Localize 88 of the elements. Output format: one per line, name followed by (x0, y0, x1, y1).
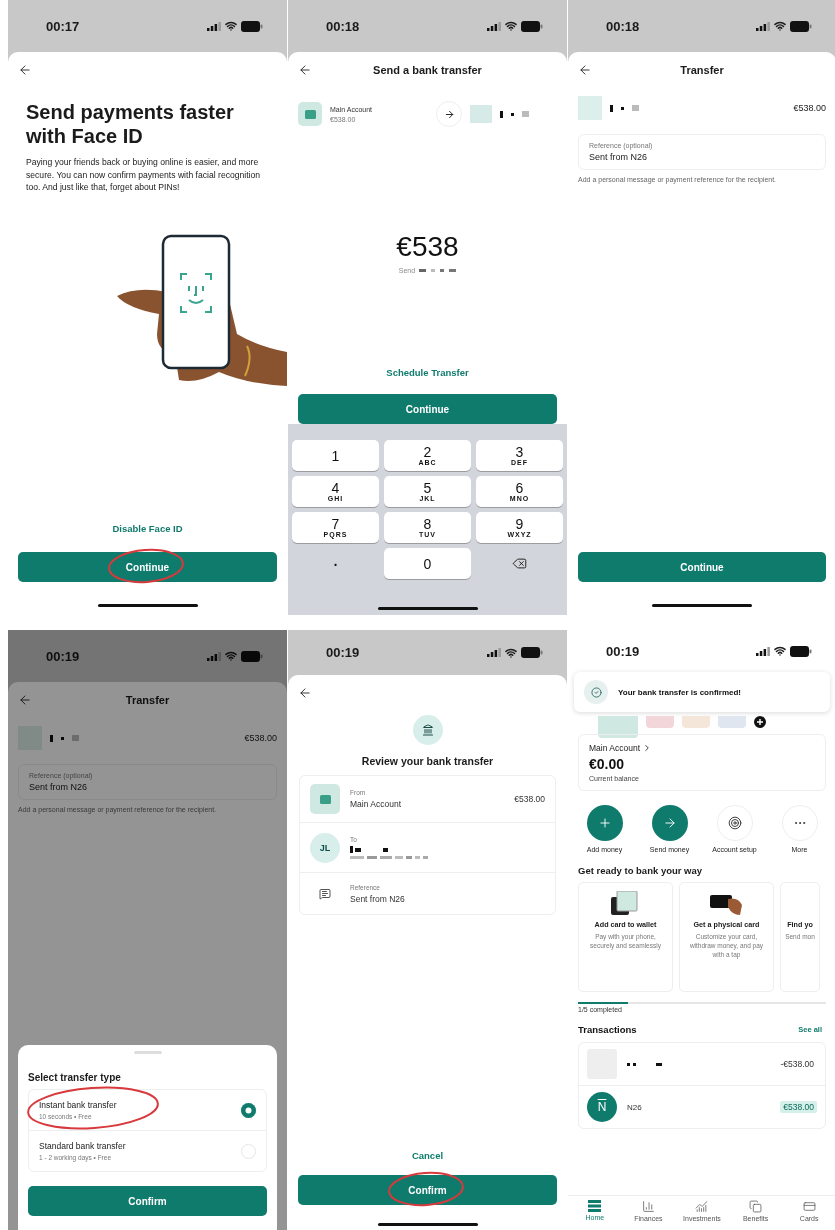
redacted-name (578, 96, 639, 120)
battery-icon (521, 647, 543, 658)
signal-icon (207, 651, 221, 661)
bar-chart-icon (641, 1200, 655, 1213)
description: Paying your friends back or buying online is easier, and more secure. You can now confirm payments with facial recognition too. And just like that, forget about PINs! (26, 156, 262, 194)
wifi-icon (774, 20, 786, 32)
message-icon (319, 887, 331, 900)
row-value: Main Account (350, 799, 402, 809)
signal-icon (756, 646, 770, 656)
status-time: 00:17 (46, 18, 80, 34)
transaction-row[interactable]: -€538.00 (579, 1043, 825, 1085)
primary-button[interactable]: Confirm (298, 1175, 557, 1205)
battery-icon (241, 650, 263, 662)
status-time: 00:18 (326, 18, 360, 34)
wifi-icon (505, 646, 517, 659)
primary-button[interactable]: Continue (18, 552, 277, 582)
signal-icon (487, 648, 501, 657)
back-icon[interactable] (18, 63, 32, 77)
n26-logo: N (587, 1092, 617, 1122)
chart-icon (695, 1200, 709, 1213)
transaction-row[interactable]: N N26 €538.00 (579, 1085, 825, 1128)
redacted-name (18, 726, 79, 750)
keypad-key[interactable]: 1 (292, 440, 379, 471)
screen-title: Send a bank transfer (372, 64, 483, 76)
screen-title: Transfer (124, 694, 171, 706)
battery-icon (790, 645, 812, 657)
back-icon[interactable] (298, 686, 312, 700)
wifi-icon (774, 645, 786, 657)
redacted-recipient (470, 105, 529, 123)
redacted-name (627, 1062, 662, 1066)
headline: Send payments faster with Face ID (26, 100, 235, 148)
keypad-key[interactable]: 0 (384, 548, 471, 579)
row-amount: €538.00 (514, 794, 545, 804)
sheet-title: Select transfer type (28, 1072, 122, 1083)
home-icon (588, 1200, 602, 1212)
battery-icon (790, 20, 812, 32)
cancel-link[interactable]: Cancel (407, 1148, 448, 1163)
status-time: 00:19 (326, 645, 360, 660)
primary-button[interactable]: Continue (298, 394, 557, 424)
back-icon[interactable] (18, 693, 32, 707)
confirmation-toast: Your bank transfer is confirmed! (574, 672, 830, 712)
wallet-icon (319, 794, 331, 804)
transaction-name: N26 (627, 1102, 642, 1112)
transactions-title: Transactions (578, 1024, 637, 1035)
card-icon (802, 1200, 816, 1213)
wallet-icon (304, 109, 316, 119)
radio-button[interactable] (241, 1102, 256, 1118)
status-time: 00:19 (46, 648, 80, 664)
wifi-icon (225, 20, 237, 32)
back-icon[interactable] (298, 63, 312, 77)
target-icon (727, 816, 742, 830)
disable-face-id-link[interactable]: Disable Face ID (108, 521, 187, 536)
card-thumbnail (598, 716, 638, 738)
redacted-name (350, 846, 388, 853)
section-title: Get ready to bank your way (578, 865, 704, 876)
primary-button[interactable]: Continue (578, 552, 826, 582)
card-thumbnail (682, 716, 710, 728)
signal-icon (207, 21, 221, 31)
arrow-icon (662, 816, 677, 830)
recipient-avatar: JL (310, 832, 340, 863)
amount-display: €538 (396, 231, 459, 263)
bank-icon (421, 724, 434, 736)
check-icon (590, 686, 602, 698)
wifi-icon (225, 650, 237, 662)
review-title: Review your bank transfer (361, 755, 494, 767)
plus-icon (597, 816, 612, 830)
phone-card-drawing (610, 891, 641, 917)
status-time: 00:19 (606, 643, 640, 659)
transfer-amount: €538.00 (793, 103, 826, 113)
transfer-amount: €538.00 (244, 733, 277, 743)
wifi-icon (505, 20, 517, 32)
status-time: 00:18 (606, 18, 640, 34)
card-thumbnail (646, 716, 674, 728)
screen-title: Transfer (679, 64, 725, 76)
plus-icon (754, 716, 766, 728)
row-value: Sent from N26 (350, 893, 405, 904)
redacted-name (419, 269, 457, 272)
primary-button[interactable]: Confirm (28, 1186, 267, 1216)
stacked-cards-icon (749, 1200, 763, 1213)
battery-icon (241, 20, 263, 32)
backspace-icon[interactable] (512, 556, 527, 571)
card-thumbnail (718, 716, 746, 728)
signal-icon (756, 21, 770, 31)
signal-icon (487, 21, 501, 31)
schedule-transfer-link[interactable]: Schedule Transfer (382, 365, 473, 380)
battery-icon (521, 20, 543, 32)
back-icon[interactable] (578, 63, 592, 77)
keypad-key[interactable]: . (292, 548, 379, 579)
